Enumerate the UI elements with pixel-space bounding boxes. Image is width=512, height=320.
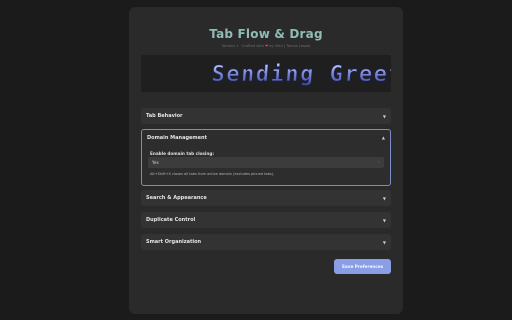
section-duplicate-control[interactable]: Duplicate Control ▼ xyxy=(141,212,391,228)
save-preferences-button[interactable]: Save Preferences xyxy=(334,259,391,274)
select-value: Yes xyxy=(152,160,159,165)
heart-icon: ❤ xyxy=(265,44,269,48)
section-title: Domain Management xyxy=(147,134,207,141)
chevron-down-icon: ▼ xyxy=(382,195,386,201)
settings-panel: Tab Flow & Drag Version 1 · Crafted with… xyxy=(129,7,403,314)
section-title: Tab Behavior xyxy=(146,113,183,119)
page-subtitle: Version 1 · Crafted with ❤ by Vlad | Tom… xyxy=(129,44,403,48)
section-title: Smart Organization xyxy=(146,239,202,245)
banner-graphic: Sending Greetings xyxy=(210,62,391,88)
section-header[interactable]: Search & Appearance ▼ xyxy=(141,190,391,206)
chevron-up-icon: ▲ xyxy=(381,135,385,140)
domain-closing-hint: Alt+Shift+X closes all tabs from active … xyxy=(150,172,275,176)
section-header[interactable]: Duplicate Control ▼ xyxy=(141,212,391,228)
section-smart-organization[interactable]: Smart Organization ▼ xyxy=(141,234,391,250)
section-header[interactable]: Domain Management ▲ xyxy=(142,130,390,145)
section-title: Duplicate Control xyxy=(146,217,196,223)
section-title: Search & Appearance xyxy=(146,195,207,201)
subtitle-suffix: by Vlad | Tomas Lasolo xyxy=(269,44,311,48)
subtitle-prefix: Version 1 · Crafted with xyxy=(221,44,264,48)
domain-closing-label: Enable domain tab closing: xyxy=(150,151,214,156)
section-search-appearance[interactable]: Search & Appearance ▼ xyxy=(141,190,391,206)
animated-banner: Sending Greetings xyxy=(141,55,391,92)
section-domain-management[interactable]: Domain Management ▲ Enable domain tab cl… xyxy=(141,129,391,186)
page-title: Tab Flow & Drag xyxy=(209,27,323,41)
section-tab-behavior[interactable]: Tab Behavior ▼ xyxy=(141,108,391,124)
chevron-down-icon: ▼ xyxy=(382,239,386,245)
domain-closing-select[interactable]: Yes ⌃ xyxy=(148,157,384,168)
section-header[interactable]: Tab Behavior ▼ xyxy=(141,108,391,124)
banner-text: Sending Greetings xyxy=(211,62,391,87)
section-header[interactable]: Smart Organization ▼ xyxy=(141,234,391,250)
select-arrow-icon: ⌃ xyxy=(377,160,380,165)
chevron-down-icon: ▼ xyxy=(382,217,386,223)
chevron-down-icon: ▼ xyxy=(382,113,386,119)
